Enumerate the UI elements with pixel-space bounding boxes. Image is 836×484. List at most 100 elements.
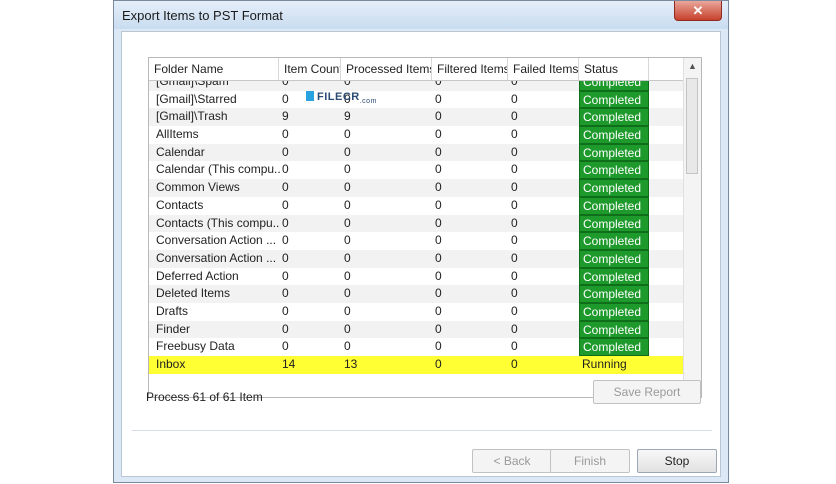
cell-filtered-items: 0 [435,233,442,248]
progress-status-text: Process 61 of 61 Item [146,390,263,404]
window-title: Export Items to PST Format [122,8,283,23]
table-row[interactable]: Contacts (This compu... 0 0 0 0 Completed [149,214,686,233]
cell-folder-name: Drafts [156,303,189,318]
cell-processed-items: 0 [344,339,351,354]
cell-item-count: 0 [282,233,289,248]
vertical-scrollbar[interactable]: ▲ ▼ [683,58,701,397]
grid-rows-viewport: [Gmail]\Spam 0 0 0 0 Completed [Gmail]\Starred… [149,81,686,397]
cell-filtered-items: 0 [435,109,442,124]
table-row[interactable]: [Gmail]\Starred 0 0 0 0 Completed [149,90,686,109]
table-row[interactable]: Inbox 14 13 0 0 Running [149,356,686,374]
cell-folder-name: Deferred Action [156,268,239,283]
cell-processed-items: 0 [344,268,351,283]
scroll-up-icon[interactable]: ▲ [684,58,701,75]
grid-rows: [Gmail]\Spam 0 0 0 0 Completed [Gmail]\Starred… [149,81,686,374]
cell-failed-items: 0 [511,321,518,336]
cell-filtered-items: 0 [435,250,442,265]
cell-processed-items: 0 [344,81,351,88]
cell-failed-items: 0 [511,303,518,318]
cell-processed-items: 0 [344,286,351,301]
title-bar[interactable]: Export Items to PST Format ✕ [114,1,728,29]
cell-item-count: 0 [282,144,289,159]
cell-status: Completed [579,108,649,127]
cell-folder-name: Calendar (This compu... [156,162,280,177]
cell-filtered-items: 0 [435,321,442,336]
cell-filtered-items: 0 [435,81,442,88]
table-row[interactable]: Finder 0 0 0 0 Completed [149,320,686,339]
close-button[interactable]: ✕ [674,1,722,21]
column-header-failed-items[interactable]: Failed Items [508,58,579,80]
cell-item-count: 0 [282,250,289,265]
cell-processed-items: 0 [344,303,351,318]
cell-status: Completed [579,179,649,197]
cell-status: Running [582,357,627,371]
table-row[interactable]: Drafts 0 0 0 0 Completed [149,302,686,321]
column-header-processed-items[interactable]: Processed Items [341,58,432,80]
cell-filtered-items: 0 [435,303,442,318]
cell-status: Completed [579,302,649,321]
cell-item-count: 9 [282,109,289,124]
cell-status: Completed [579,267,649,286]
column-header-status[interactable]: Status [579,58,649,80]
cell-item-count: 0 [282,268,289,283]
cell-status: Completed [579,232,649,250]
cell-folder-name: Common Views [156,180,240,195]
cell-folder-name: Conversation Action ... [156,233,277,248]
cell-status: Completed [579,249,649,268]
table-row[interactable]: AllItems 0 0 0 0 Completed [149,126,686,144]
table-row[interactable]: Calendar 0 0 0 0 Completed [149,143,686,162]
cell-folder-name: Inbox [156,357,186,371]
cell-processed-items: 0 [344,250,351,265]
cell-filtered-items: 0 [435,268,442,283]
cell-failed-items: 0 [511,197,518,212]
cell-processed-items: 0 [344,127,351,142]
finish-button[interactable]: Finish [550,449,630,473]
table-row[interactable]: Contacts 0 0 0 0 Completed [149,196,686,215]
cell-failed-items: 0 [511,357,518,371]
table-row[interactable]: Deleted Items 0 0 0 0 Completed [149,285,686,303]
cell-item-count: 0 [282,286,289,301]
cell-filtered-items: 0 [435,127,442,142]
cell-failed-items: 0 [511,215,518,230]
watermark-text: FILECR [317,91,360,103]
save-report-button[interactable]: Save Report [593,380,701,404]
cell-status: Completed [579,285,649,303]
cell-status: Completed [579,81,649,91]
cell-item-count: 14 [282,357,296,371]
table-row[interactable]: Conversation Action ... 0 0 0 0 Completed [149,249,686,268]
cell-filtered-items: 0 [435,197,442,212]
table-row[interactable]: Freebusy Data 0 0 0 0 Completed [149,338,686,356]
cell-processed-items: 9 [344,109,351,124]
cell-processed-items: 0 [344,321,351,336]
cell-failed-items: 0 [511,162,518,177]
column-header-item-count[interactable]: Item Count [279,58,341,80]
cell-folder-name: [Gmail]\Starred [156,91,237,106]
cell-failed-items: 0 [511,339,518,354]
cell-filtered-items: 0 [435,180,442,195]
cell-status: Completed [579,338,649,356]
cell-processed-items: 0 [344,180,351,195]
cell-folder-name: Deleted Items [156,286,231,301]
column-header-folder-name[interactable]: Folder Name [149,58,279,80]
scrollbar-thumb[interactable] [686,78,698,174]
cell-status: Completed [579,196,649,215]
cell-folder-name: Calendar [156,144,205,159]
cell-item-count: 0 [282,197,289,212]
back-button[interactable]: < Back [472,449,552,473]
cell-folder-name: Freebusy Data [156,339,235,354]
cell-failed-items: 0 [511,286,518,301]
table-row[interactable]: Calendar (This compu... 0 0 0 0 Completed [149,161,686,180]
grid-header: Folder Name Item Count Processed Items F… [149,58,686,81]
table-row[interactable]: [Gmail]\Spam 0 0 0 0 Completed [149,81,686,91]
table-row[interactable]: Common Views 0 0 0 0 Completed [149,179,686,197]
cell-filtered-items: 0 [435,357,442,371]
column-header-filtered-items[interactable]: Filtered Items [432,58,508,80]
cell-item-count: 0 [282,127,289,142]
table-row[interactable]: [Gmail]\Trash 9 9 0 0 Completed [149,108,686,127]
cell-item-count: 0 [282,321,289,336]
stop-button[interactable]: Stop [637,449,717,473]
cell-folder-name: Contacts (This compu... [156,215,280,230]
table-row[interactable]: Deferred Action 0 0 0 0 Completed [149,267,686,286]
dialog-body: Folder Name Item Count Processed Items F… [121,31,721,477]
table-row[interactable]: Conversation Action ... 0 0 0 0 Completed [149,232,686,250]
